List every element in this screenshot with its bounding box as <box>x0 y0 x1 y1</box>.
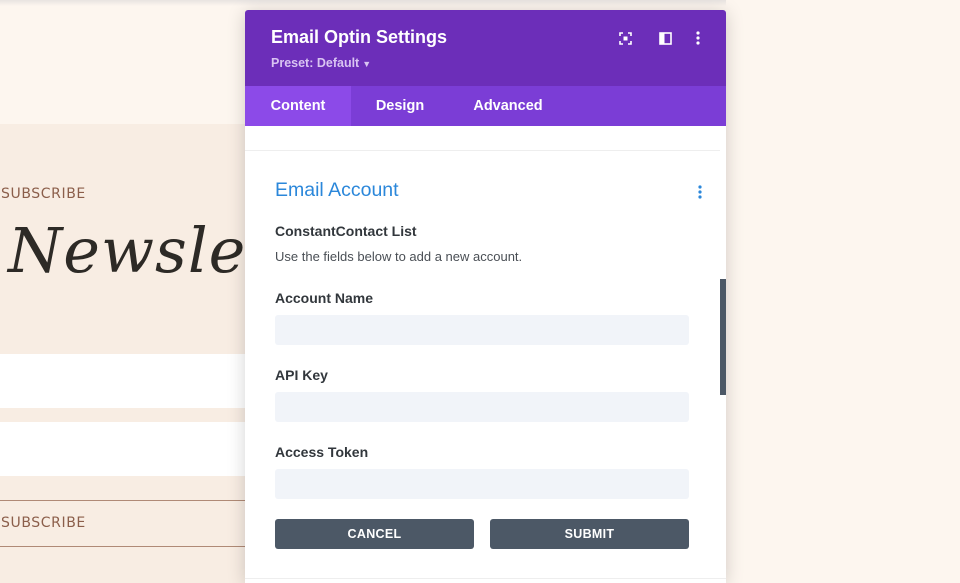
tab-advanced[interactable]: Advanced <box>449 86 567 126</box>
access-token-label: Access Token <box>275 444 369 460</box>
access-token-input[interactable] <box>275 469 689 499</box>
newsletter-input-1[interactable] <box>0 354 245 408</box>
section-more-icon[interactable] <box>698 184 706 200</box>
modal-body: Email Account ConstantContact List Use t… <box>245 126 726 583</box>
page-background-right <box>726 0 960 583</box>
settings-tabs: Content Design Advanced <box>245 86 726 126</box>
api-key-label: API Key <box>275 367 328 383</box>
preset-label: Preset: Default <box>271 56 360 70</box>
newsletter-content: SUBSCRIBE Newsletter SUBSCRIBE <box>0 0 245 583</box>
email-optin-settings-modal: Email Optin Settings Preset: Default ▼ C… <box>245 10 726 583</box>
divider <box>245 150 720 151</box>
newsletter-heading: Newsletter <box>8 214 245 287</box>
subscribe-label: SUBSCRIBE <box>1 186 86 202</box>
account-name-label: Account Name <box>275 290 374 306</box>
decorative-line-bottom <box>0 546 245 547</box>
decorative-line-top <box>0 500 245 501</box>
help-text: Use the fields below to add a new accoun… <box>275 249 523 264</box>
split-view-icon[interactable] <box>657 30 673 46</box>
submit-button[interactable]: SUBMIT <box>490 519 689 549</box>
email-account-title[interactable]: Email Account <box>275 179 399 202</box>
scrollbar-thumb[interactable] <box>720 279 726 395</box>
caret-down-icon: ▼ <box>362 59 372 69</box>
newsletter-input-2[interactable] <box>0 422 245 476</box>
divider-bottom <box>245 578 726 579</box>
modal-header: Email Optin Settings Preset: Default ▼ <box>245 10 726 86</box>
tab-design[interactable]: Design <box>351 86 449 126</box>
more-vertical-icon[interactable] <box>690 30 706 46</box>
modal-title: Email Optin Settings <box>271 27 448 47</box>
expand-icon[interactable] <box>617 30 633 46</box>
tab-content[interactable]: Content <box>245 86 351 126</box>
subscribe-label-bottom: SUBSCRIBE <box>1 515 86 531</box>
list-provider-label: ConstantContact List <box>275 223 417 239</box>
account-name-input[interactable] <box>275 315 689 345</box>
cancel-button[interactable]: CANCEL <box>275 519 474 549</box>
api-key-input[interactable] <box>275 392 689 422</box>
preset-selector[interactable]: Preset: Default ▼ <box>271 56 371 70</box>
